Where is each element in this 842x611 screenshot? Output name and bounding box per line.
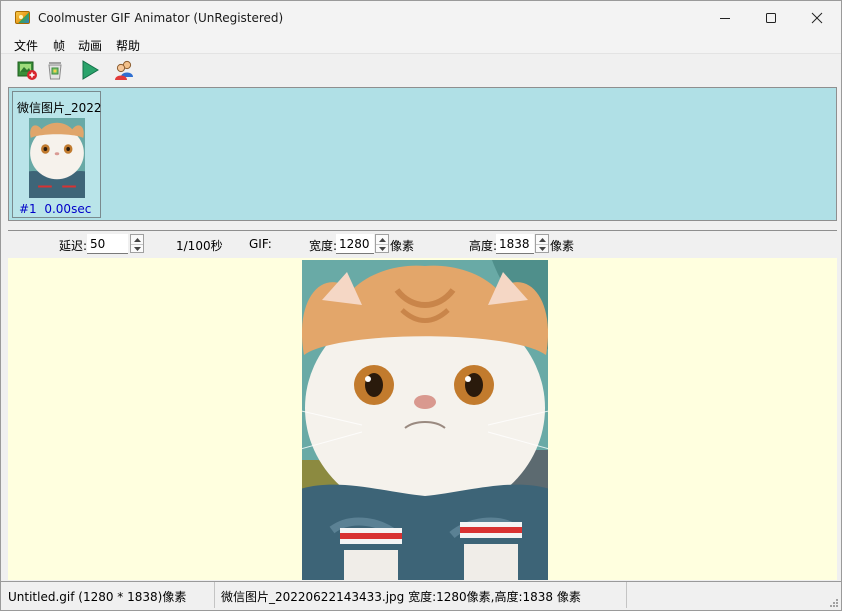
play-icon xyxy=(82,60,99,80)
add-image-button[interactable] xyxy=(15,58,39,82)
resize-grip-icon[interactable] xyxy=(829,598,839,608)
width-input[interactable] xyxy=(336,234,374,254)
status-extra xyxy=(627,582,837,608)
app-logo-icon xyxy=(15,11,30,24)
maximize-button[interactable] xyxy=(748,1,794,34)
spin-up-icon[interactable] xyxy=(131,235,143,244)
delay-spinner[interactable] xyxy=(130,234,144,253)
user-icon xyxy=(115,60,133,80)
preview-image xyxy=(302,260,548,580)
play-button[interactable] xyxy=(78,58,102,82)
frame-info: #1 0.00sec xyxy=(19,202,91,216)
frames-panel: 微信图片_2022 #1 0.00sec xyxy=(8,87,837,221)
frame-duration: 0.00sec xyxy=(44,202,92,216)
user-button[interactable] xyxy=(112,58,136,82)
menu-file[interactable]: 文件 xyxy=(14,37,38,54)
delay-unit: 1/100秒 xyxy=(176,239,223,253)
height-label: 高度: xyxy=(469,239,498,253)
minimize-icon xyxy=(720,17,730,19)
frame-thumbnail-card[interactable]: 微信图片_2022 #1 0.00sec xyxy=(12,91,102,218)
gif-label: GIF: xyxy=(249,237,272,251)
spin-up-icon[interactable] xyxy=(376,235,388,244)
add-image-icon xyxy=(17,61,37,80)
delete-frame-icon xyxy=(48,62,62,80)
delete-frame-button[interactable] xyxy=(43,58,67,82)
frame-index: #1 xyxy=(19,202,37,216)
toolbar xyxy=(1,55,841,85)
delay-label: 延迟: xyxy=(59,239,88,253)
status-file-info: Untitled.gif (1280 * 1838)像素 xyxy=(2,582,215,608)
height-input[interactable] xyxy=(496,234,534,254)
height-spinner[interactable] xyxy=(535,234,549,253)
delay-input[interactable] xyxy=(87,234,128,254)
frame-name: 微信图片_2022 xyxy=(17,101,102,115)
maximize-icon xyxy=(766,12,776,23)
title-bar[interactable]: Coolmuster GIF Animator (UnRegistered) xyxy=(1,1,841,34)
width-label: 宽度: xyxy=(309,239,338,253)
status-image-info: 微信图片_20220622143433.jpg 宽度:1280像素,高度:183… xyxy=(215,582,627,608)
window-title: Coolmuster GIF Animator (UnRegistered) xyxy=(38,11,284,25)
menu-help[interactable]: 帮助 xyxy=(116,37,140,54)
settings-bar: 延迟: 1/100秒 GIF: 宽度: 像素 高度: 像素 xyxy=(8,230,837,256)
spin-down-icon[interactable] xyxy=(131,244,143,253)
width-spinner[interactable] xyxy=(375,234,389,253)
minimize-button[interactable] xyxy=(702,1,748,34)
spin-down-icon[interactable] xyxy=(536,244,548,253)
height-unit: 像素 xyxy=(550,239,575,253)
menu-frame[interactable]: 帧 xyxy=(53,37,65,54)
menu-bar: 文件 帧 动画 帮助 xyxy=(1,34,841,54)
close-button[interactable] xyxy=(794,1,840,34)
spin-down-icon[interactable] xyxy=(376,244,388,253)
close-icon xyxy=(811,12,823,23)
spin-up-icon[interactable] xyxy=(536,235,548,244)
width-unit: 像素 xyxy=(390,239,415,253)
frame-thumbnail-image xyxy=(29,118,85,198)
status-bar: Untitled.gif (1280 * 1838)像素 微信图片_202206… xyxy=(1,581,841,610)
preview-area xyxy=(8,258,837,580)
menu-animation[interactable]: 动画 xyxy=(78,37,102,54)
app-window: Coolmuster GIF Animator (UnRegistered) 文… xyxy=(0,0,842,611)
